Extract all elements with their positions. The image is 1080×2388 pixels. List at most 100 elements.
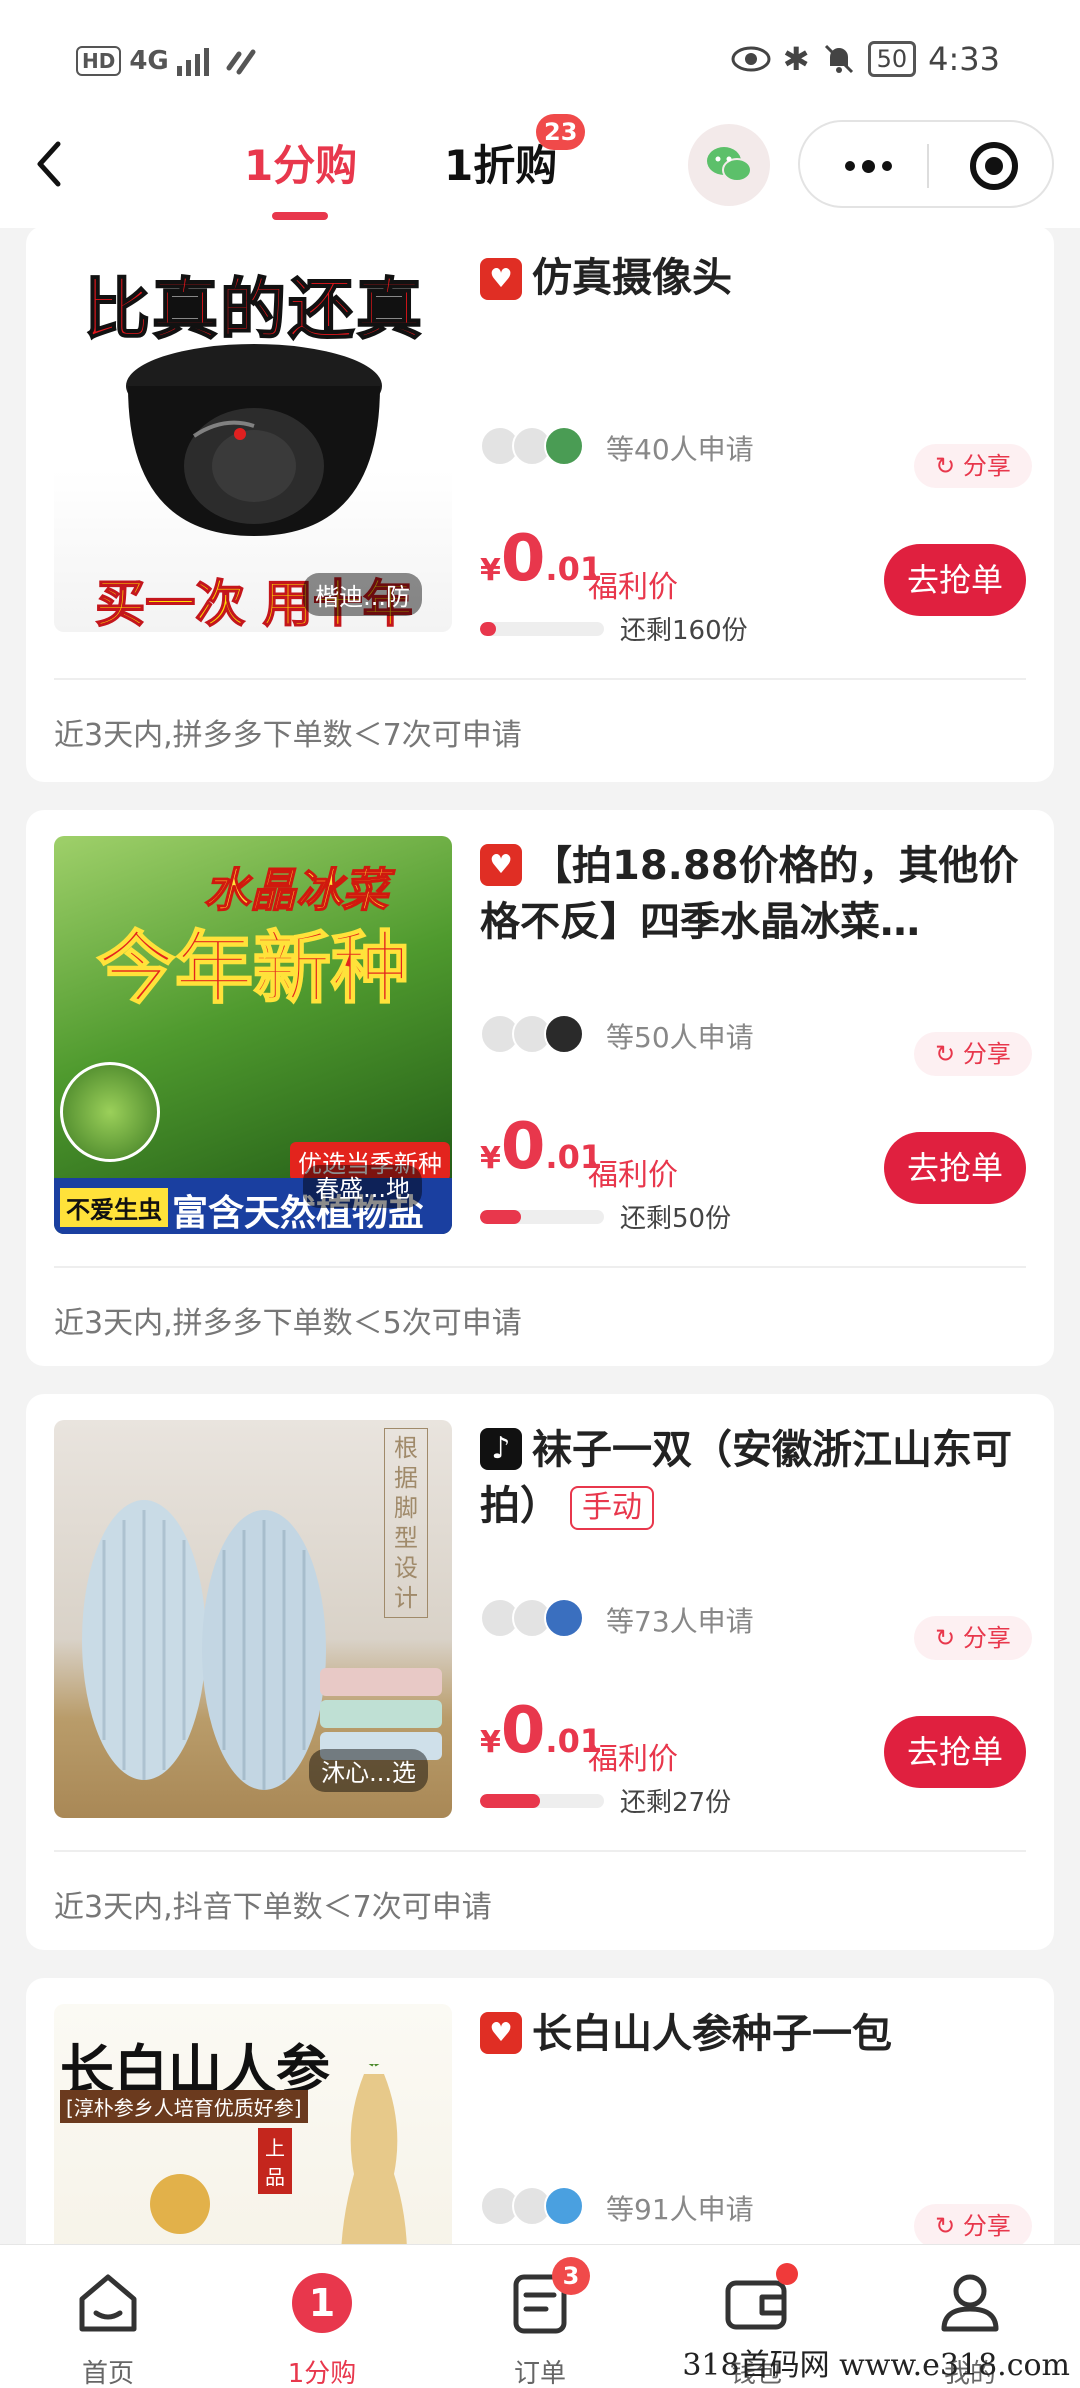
image-badge: 上品 <box>258 2128 292 2194</box>
product-image[interactable]: 根据脚型设计 沐心...选 <box>54 1420 452 1818</box>
applicant-avatars <box>480 426 584 466</box>
share-button[interactable]: ↻ 分享 <box>914 2204 1032 2248</box>
grab-order-button[interactable]: 去抢单 <box>884 1132 1026 1204</box>
product-card[interactable]: 长白山人参 [淳朴参乡人培育优质好参] 上品 长白山人参种子一包 等91人申请 … <box>26 1978 1054 2278</box>
home-icon <box>79 2274 137 2332</box>
stock-progress-fill <box>480 622 497 636</box>
share-button[interactable]: ↻ 分享 <box>914 1032 1032 1076</box>
remaining-stock: 还剩160份 <box>620 616 748 646</box>
product-card[interactable]: 比真的还真 买一次 用十年 楷迪...防 仿真摄像头 等40人申请 ↻ 分享 ¥… <box>26 226 1054 782</box>
share-label: 分享 <box>962 452 1011 480</box>
wechat-button[interactable] <box>688 124 770 206</box>
grab-order-button[interactable]: 去抢单 <box>884 544 1026 616</box>
divider <box>54 678 1026 680</box>
target-icon[interactable] <box>970 142 1018 190</box>
camera-illustration <box>126 344 382 536</box>
active-tab-indicator <box>272 212 328 220</box>
remaining-stock: 还剩27份 <box>620 1788 732 1818</box>
product-title[interactable]: 仿真摄像头 <box>480 250 1040 306</box>
product-card[interactable]: 根据脚型设计 沐心...选 袜子一双（安徽浙江山东可拍）手动 等73人申请 ↻ … <box>26 1394 1054 1950</box>
product-image[interactable]: 比真的还真 买一次 用十年 楷迪...防 <box>54 226 452 632</box>
price-integer: 0 <box>500 1110 546 1184</box>
applicant-avatars <box>480 1598 584 1638</box>
apply-rule: 近3天内,抖音下单数＜7次可申请 <box>54 1890 492 1925</box>
profile-icon <box>941 2274 999 2332</box>
more-icon[interactable] <box>838 144 898 188</box>
price-integer: 0 <box>500 1694 546 1768</box>
stock-progress <box>480 1210 604 1224</box>
manual-tag: 手动 <box>570 1486 654 1530</box>
back-icon[interactable] <box>22 134 82 194</box>
price-integer: 0 <box>500 522 546 596</box>
status-left: HD 4G <box>76 46 259 76</box>
wechat-icon <box>707 147 752 182</box>
applicant-avatars <box>480 2186 584 2226</box>
battery-icon: 50 <box>867 41 917 77</box>
price-symbol: ¥ <box>480 1141 501 1176</box>
share-button[interactable]: ↻ 分享 <box>914 1616 1032 1660</box>
tab-badge: 23 <box>536 114 586 150</box>
grab-order-button[interactable]: 去抢单 <box>884 1716 1026 1788</box>
hd-icon: HD <box>76 46 122 76</box>
wallet-notification-dot <box>776 2263 798 2285</box>
price: ¥0.01 <box>480 1694 602 1768</box>
share-icon: ↻ <box>935 2212 956 2240</box>
mini-program-capsule <box>798 120 1054 208</box>
stock-progress <box>480 1794 604 1808</box>
tab-label: 1分购 <box>287 2359 357 2388</box>
one-cent-icon: 1 <box>292 2273 352 2333</box>
share-label: 分享 <box>962 1040 1011 1068</box>
signal-icon <box>176 48 209 76</box>
product-title[interactable]: 袜子一双（安徽浙江山东可拍） 手动 <box>480 1422 1040 1534</box>
avatar <box>544 426 584 466</box>
apply-rule: 近3天内,拼多多下单数＜7次可申请 <box>54 718 522 753</box>
product-title-text: 袜子一双（安徽浙江山东可拍） <box>480 1427 1012 1529</box>
avatar <box>544 1014 584 1054</box>
socks-illustration <box>82 1500 326 1790</box>
remaining-stock: 还剩50份 <box>620 1204 732 1234</box>
price-symbol: ¥ <box>480 1725 501 1760</box>
tab-label: 首页 <box>81 2359 134 2388</box>
price-label: 福利价 <box>588 570 678 605</box>
order-badge: 3 <box>552 2257 590 2295</box>
price-symbol: ¥ <box>480 553 501 588</box>
stock-progress-fill <box>480 1210 521 1224</box>
site-watermark: 318首码网 www.e318.com <box>682 2348 1070 2383</box>
product-image[interactable]: 水晶冰菜 今年新种 优选当季新种 不爱生虫 富含天然植物盐 春盛...地 <box>54 836 452 1234</box>
divider <box>54 1266 1026 1268</box>
clock: 4:33 <box>928 40 1000 78</box>
share-icon: ↻ <box>935 1040 956 1068</box>
svg-text:1: 1 <box>309 2281 335 2325</box>
share-label: 分享 <box>962 1624 1011 1652</box>
image-subtitle: [淳朴参乡人培育优质好参] <box>60 2090 308 2123</box>
product-image[interactable]: 长白山人参 [淳朴参乡人培育优质好参] 上品 <box>54 2004 452 2278</box>
image-side-text: 根据脚型设计 <box>384 1428 428 1618</box>
apply-rule: 近3天内,拼多多下单数＜5次可申请 <box>54 1306 522 1341</box>
bluetooth-icon: ✱ <box>782 40 810 78</box>
stock-progress-fill <box>480 1794 540 1808</box>
applicant-count: 等73人申请 <box>606 1605 754 1638</box>
product-title[interactable]: 【拍18.88价格的，其他价格不反】四季水晶冰菜… <box>480 838 1040 950</box>
avatar <box>544 1598 584 1638</box>
share-button[interactable]: ↻ 分享 <box>914 444 1032 488</box>
tab-one-cent[interactable]: 1分购 <box>244 132 357 193</box>
avatar <box>544 2186 584 2226</box>
share-icon: ↻ <box>935 452 956 480</box>
price: ¥0.01 <box>480 522 602 596</box>
share-label: 分享 <box>962 2212 1011 2240</box>
applicant-avatars <box>480 1014 584 1054</box>
divider <box>54 1850 1026 1852</box>
applicant-count: 等40人申请 <box>606 433 754 466</box>
image-left-tag: 不爱生虫 <box>60 1188 168 1227</box>
mute-bell-icon <box>824 44 853 74</box>
price-label: 福利价 <box>588 1158 678 1193</box>
applicant-count: 等50人申请 <box>606 1021 754 1054</box>
share-icon: ↻ <box>935 1624 956 1652</box>
eye-icon <box>731 46 771 72</box>
image-headline: 今年新种 <box>96 923 410 1015</box>
shop-tag: 沐心...选 <box>309 1749 428 1792</box>
top-nav: 1分购 1折购 23 <box>0 100 1080 228</box>
product-card[interactable]: 水晶冰菜 今年新种 优选当季新种 不爱生虫 富含天然植物盐 春盛...地 【拍1… <box>26 810 1054 1366</box>
price: ¥0.01 <box>480 1110 602 1184</box>
product-title[interactable]: 长白山人参种子一包 <box>480 2006 1040 2062</box>
